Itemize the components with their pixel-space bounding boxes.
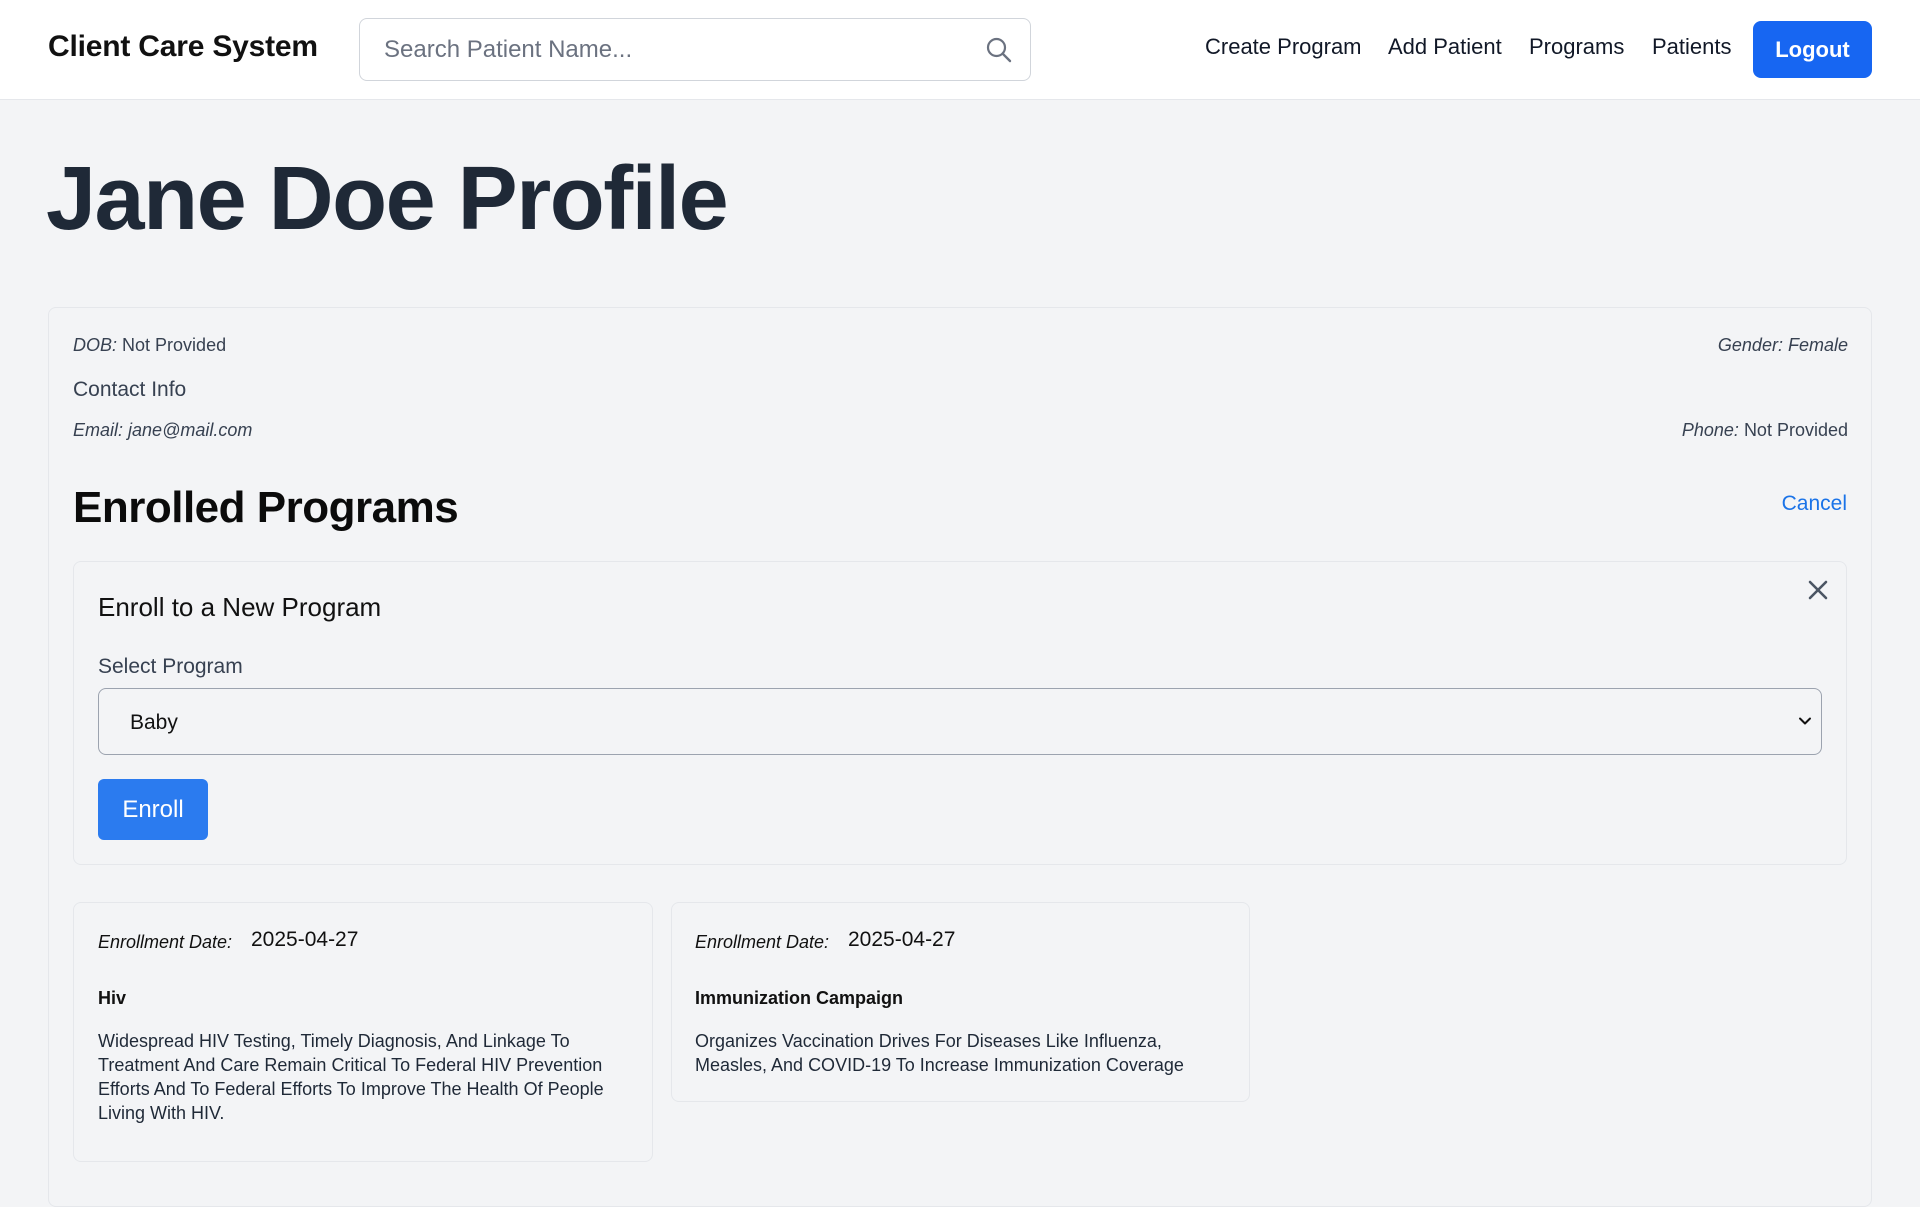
phone-value: Not Provided <box>1743 420 1848 440</box>
nav-programs[interactable]: Programs <box>1529 34 1624 60</box>
dob-value: Not Provided <box>122 335 227 355</box>
close-icon[interactable] <box>1806 578 1830 602</box>
app-title[interactable]: Client Care System <box>48 30 318 64</box>
email-label: Email: <box>73 420 124 440</box>
nav-patients[interactable]: Patients <box>1652 34 1732 60</box>
program-name: Hiv <box>98 988 127 1008</box>
enrollment-date-label: Enrollment Date: <box>98 932 233 952</box>
page-title: Jane Doe Profile <box>46 149 729 249</box>
enrolled-programs-heading: Enrolled Programs <box>73 483 459 532</box>
phone-field: Phone: Not Provided <box>1682 420 1848 441</box>
dob-label: DOB: <box>73 335 118 355</box>
enrollment-date-value: 2025-04-27 <box>251 928 359 951</box>
enrollment-date-label: Enrollment Date: <box>695 932 830 952</box>
enrollment-date-value: 2025-04-27 <box>848 928 956 951</box>
dob-field: DOB: Not Provided <box>73 335 226 356</box>
gender-field: Gender: Female <box>1718 335 1848 356</box>
email-value: jane@mail.com <box>128 420 253 440</box>
email-field: Email: jane@mail.com <box>73 420 252 441</box>
gender-value: Female <box>1787 335 1848 355</box>
search-icon[interactable] <box>984 35 1014 65</box>
program-name: Immunization Campaign <box>695 988 904 1008</box>
chevron-down-icon[interactable] <box>1796 712 1814 730</box>
enroll-button[interactable]: Enroll <box>98 779 208 840</box>
nav-create-program[interactable]: Create Program <box>1205 34 1362 60</box>
nav-add-patient[interactable]: Add Patient <box>1388 34 1502 60</box>
search-box[interactable] <box>359 18 1031 81</box>
phone-label: Phone: <box>1681 420 1739 440</box>
program-select-value[interactable]: Baby <box>130 711 178 735</box>
program-description: Widespread HIV Testing, Timely Diagnosis… <box>98 1031 604 1123</box>
program-description: Organizes Vaccination Drives For Disease… <box>695 1031 1184 1075</box>
contact-info-heading: Contact Info <box>73 378 187 401</box>
search-input[interactable] <box>360 19 1030 80</box>
program-select[interactable] <box>98 688 1822 755</box>
cancel-link[interactable]: Cancel <box>1782 492 1847 516</box>
select-program-label: Select Program <box>98 655 243 678</box>
gender-label: Gender: <box>1717 335 1783 355</box>
logout-button[interactable]: Logout <box>1753 21 1872 78</box>
enroll-panel-title: Enroll to a New Program <box>98 592 382 622</box>
